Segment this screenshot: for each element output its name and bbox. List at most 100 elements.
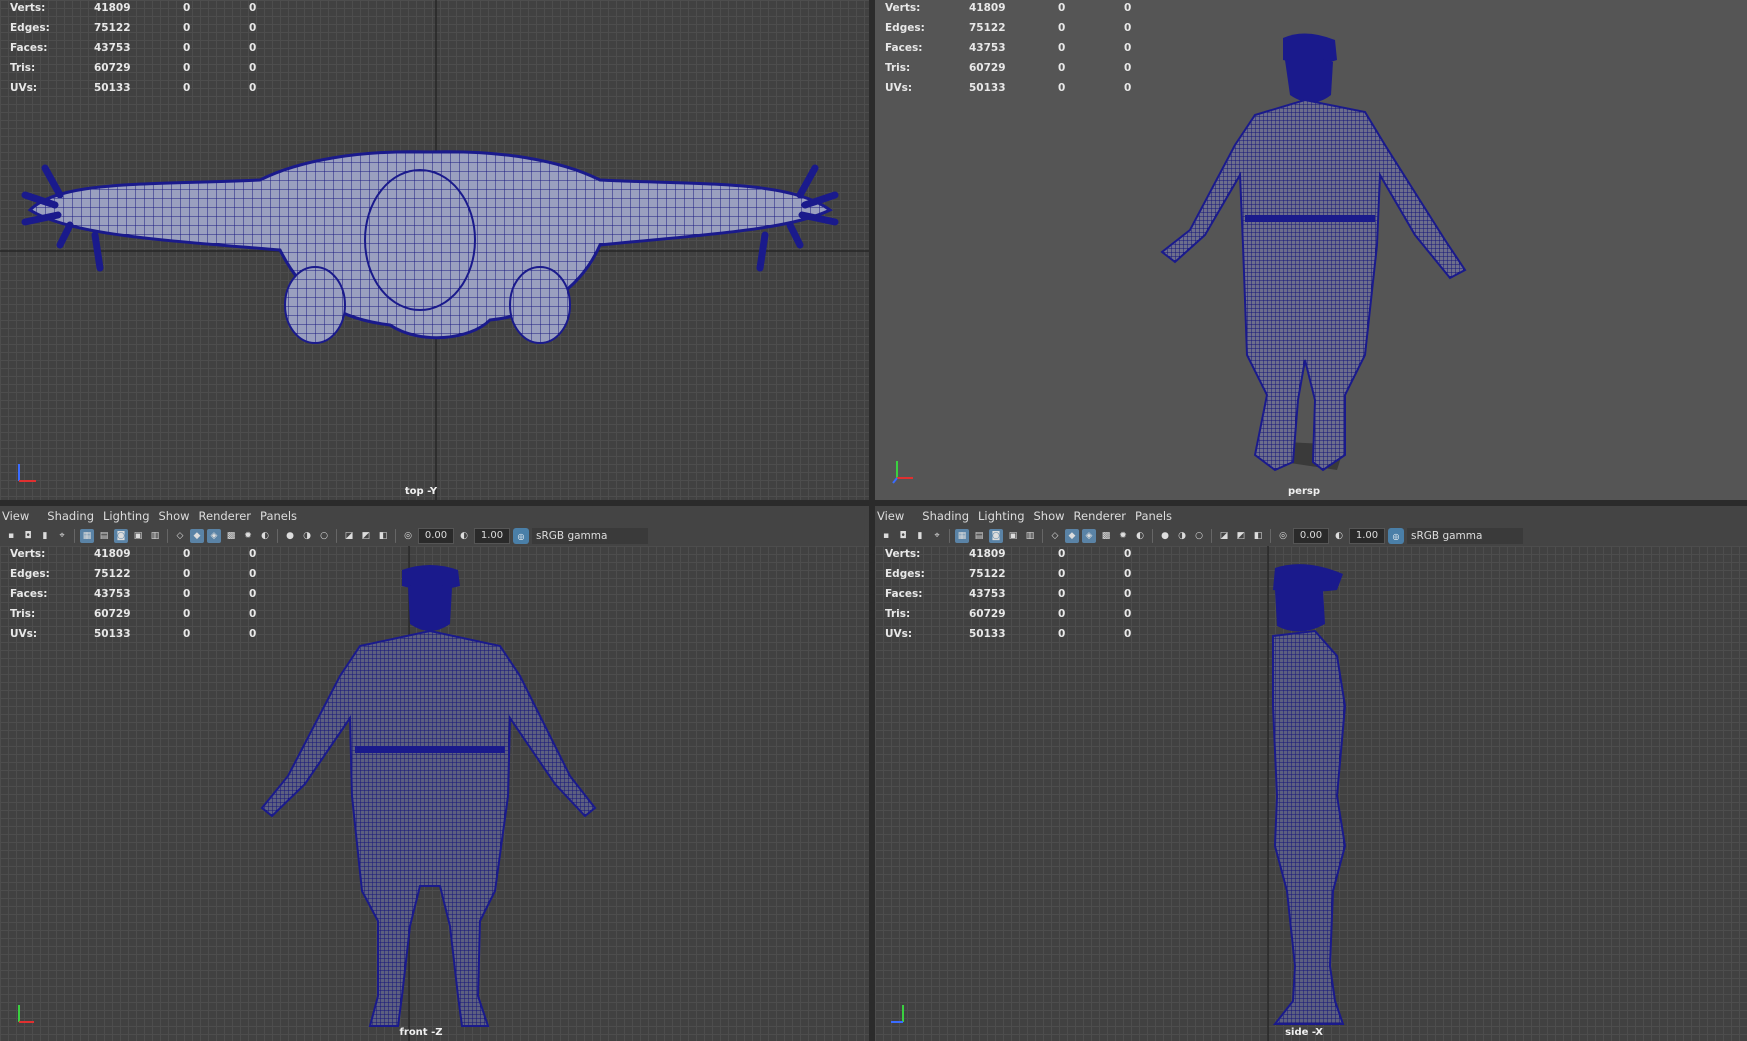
hud-label: UVs: (10, 82, 38, 94)
grid-icon[interactable]: ▦ (955, 529, 969, 543)
motion-blur-icon[interactable]: ◪ (342, 529, 356, 543)
field-chart-icon[interactable]: ▥ (1023, 529, 1037, 543)
gamma-field[interactable]: 1.00 (474, 528, 510, 544)
menu-view[interactable]: View (875, 506, 913, 523)
toolbar-separator (277, 529, 278, 543)
xray-icon[interactable]: ◑ (1175, 529, 1189, 543)
axis-gizmo-icon (18, 464, 36, 482)
exposure-icon[interactable]: ◎ (401, 529, 415, 543)
select-camera-icon[interactable]: ⌖ (55, 529, 69, 543)
exposure-field[interactable]: 0.00 (1293, 528, 1329, 544)
textured-icon[interactable]: ▩ (1099, 529, 1113, 543)
gamma-icon[interactable]: ◐ (1332, 529, 1346, 543)
camera-attr-icon[interactable]: ◘ (896, 529, 910, 543)
camera-attr-icon[interactable]: ◘ (21, 529, 35, 543)
menu-lighting[interactable]: Lighting (103, 506, 158, 523)
menu-panels[interactable]: Panels (1135, 506, 1181, 523)
viewport-persp[interactable]: Verts: 41809 0 0 Edges: 75122 0 0 Faces: 43753 0 0 T… (875, 0, 1747, 500)
viewport-persp-canvas[interactable]: Verts: 41809 0 0 Edges: 75122 0 0 Faces: 43753 0 0 T… (875, 0, 1747, 500)
menu-panels[interactable]: Panels (260, 506, 306, 523)
hud-total: 43753 (969, 42, 1006, 54)
panel-menu-bar: View Shading Lighting Show Renderer Panels (0, 506, 869, 526)
smooth-shade-icon[interactable]: ◆ (190, 529, 204, 543)
grid-icon[interactable]: ▦ (80, 529, 94, 543)
menu-renderer[interactable]: Renderer (1074, 506, 1136, 523)
film-gate-icon[interactable]: ▤ (972, 529, 986, 543)
field-chart-icon[interactable]: ▥ (148, 529, 162, 543)
safe-area-icon[interactable]: ▣ (131, 529, 145, 543)
shadows-icon[interactable]: ◐ (1133, 529, 1147, 543)
dof-icon[interactable]: ◧ (376, 529, 390, 543)
viewport-front[interactable]: View Shading Lighting Show Renderer Panels ▪ ◘… (0, 506, 869, 1041)
viewport-front-canvas[interactable]: Verts: 41809 0 0 Edges: 75122 0 0 Faces: 43753 0 0 T… (0, 546, 869, 1041)
hud-extra: 0 (249, 608, 257, 620)
hud-row: UVs: 50133 0 0 (10, 626, 310, 646)
select-camera-icon[interactable]: ⌖ (930, 529, 944, 543)
film-gate-icon[interactable]: ▤ (97, 529, 111, 543)
hud-total: 41809 (94, 548, 131, 560)
hud-row: Tris: 60729 0 0 (885, 60, 1185, 80)
hud-label: Verts: (885, 2, 921, 14)
dof-icon[interactable]: ◧ (1251, 529, 1265, 543)
resolution-gate-icon[interactable]: ◙ (989, 529, 1003, 543)
poly-count-hud: Verts: 41809 0 0 Edges: 75122 0 0 Faces: 43753 0 0 T… (885, 0, 1185, 100)
hud-extra: 0 (1124, 608, 1132, 620)
hud-total: 50133 (94, 82, 131, 94)
camera-icon[interactable]: ▪ (4, 529, 18, 543)
wireframe-icon[interactable]: ◇ (173, 529, 187, 543)
menu-shading[interactable]: Shading (47, 506, 103, 523)
viewport-side-canvas[interactable]: Verts: 41809 0 0 Edges: 75122 0 0 Faces: 43753 0 0 T… (875, 546, 1747, 1041)
wireframe-on-shaded-icon[interactable]: ◈ (207, 529, 221, 543)
color-management-icon[interactable]: ◎ (513, 528, 529, 544)
panel-toolbar: ▪ ◘ ▮ ⌖ ▦ ▤ ◙ ▣ ▥ ◇ ◆ ◈ ▩ ✹ ◐ ● ◑ ○ ◪ ◩ ◧ ◎ 0.00 ◐ 1.00 ◎ sRGB gam… (875, 526, 1747, 547)
gamma-icon[interactable]: ◐ (457, 529, 471, 543)
hud-selected: 0 (1058, 62, 1066, 74)
exposure-icon[interactable]: ◎ (1276, 529, 1290, 543)
aa-icon[interactable]: ◩ (1234, 529, 1248, 543)
safe-area-icon[interactable]: ▣ (1006, 529, 1020, 543)
xray-joints-icon[interactable]: ○ (1192, 529, 1206, 543)
hud-total: 60729 (969, 62, 1006, 74)
panel-menu-bar: View Shading Lighting Show Renderer Panels (875, 506, 1747, 526)
hud-label: Edges: (885, 22, 925, 34)
exposure-field[interactable]: 0.00 (418, 528, 454, 544)
isolate-icon[interactable]: ● (283, 529, 297, 543)
menu-renderer[interactable]: Renderer (199, 506, 261, 523)
aa-icon[interactable]: ◩ (359, 529, 373, 543)
bookmark-icon[interactable]: ▮ (38, 529, 52, 543)
viewport-top-canvas[interactable]: Verts: 41809 0 0 Edges: 75122 0 0 Faces: 43753 0 0 T… (0, 0, 869, 500)
color-space-select[interactable]: sRGB gamma (532, 528, 648, 544)
shadows-icon[interactable]: ◐ (258, 529, 272, 543)
xray-joints-icon[interactable]: ○ (317, 529, 331, 543)
lights-icon[interactable]: ✹ (1116, 529, 1130, 543)
menu-shading[interactable]: Shading (922, 506, 978, 523)
lights-icon[interactable]: ✹ (241, 529, 255, 543)
menu-show[interactable]: Show (1034, 506, 1074, 523)
wireframe-on-shaded-icon[interactable]: ◈ (1082, 529, 1096, 543)
xray-icon[interactable]: ◑ (300, 529, 314, 543)
hud-row: Verts: 41809 0 0 (885, 546, 1185, 566)
isolate-icon[interactable]: ● (1158, 529, 1172, 543)
camera-icon[interactable]: ▪ (879, 529, 893, 543)
viewport-top[interactable]: Verts: 41809 0 0 Edges: 75122 0 0 Faces: 43753 0 0 T… (0, 0, 869, 500)
hud-extra: 0 (249, 42, 257, 54)
hud-selected: 0 (1058, 548, 1066, 560)
resolution-gate-icon[interactable]: ◙ (114, 529, 128, 543)
menu-lighting[interactable]: Lighting (978, 506, 1033, 523)
menu-view[interactable]: View (0, 506, 38, 523)
viewport-side[interactable]: View Shading Lighting Show Renderer Panels ▪ ◘… (875, 506, 1747, 1041)
camera-label: side -X (1285, 1027, 1323, 1038)
hud-row: Tris: 60729 0 0 (10, 60, 310, 80)
hud-label: Tris: (10, 608, 36, 620)
smooth-shade-icon[interactable]: ◆ (1065, 529, 1079, 543)
poly-count-hud: Verts: 41809 0 0 Edges: 75122 0 0 Faces: 43753 0 0 T… (885, 546, 1185, 646)
color-space-select[interactable]: sRGB gamma (1407, 528, 1523, 544)
wireframe-icon[interactable]: ◇ (1048, 529, 1062, 543)
color-management-icon[interactable]: ◎ (1388, 528, 1404, 544)
menu-show[interactable]: Show (159, 506, 199, 523)
gamma-field[interactable]: 1.00 (1349, 528, 1385, 544)
bookmark-icon[interactable]: ▮ (913, 529, 927, 543)
motion-blur-icon[interactable]: ◪ (1217, 529, 1231, 543)
hud-row: Edges: 75122 0 0 (885, 566, 1185, 586)
textured-icon[interactable]: ▩ (224, 529, 238, 543)
